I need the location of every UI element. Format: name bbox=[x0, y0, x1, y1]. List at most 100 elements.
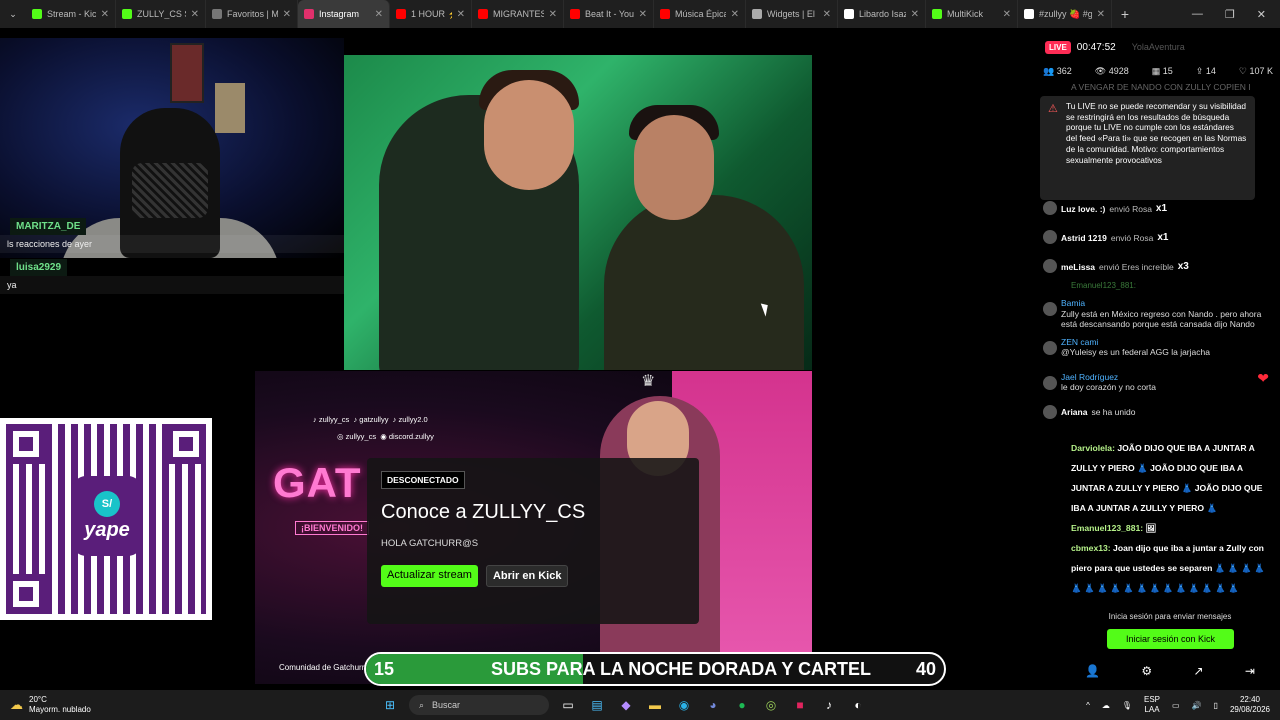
weather-widget[interactable]: ☁ 20°C Mayorm. nublado bbox=[0, 695, 200, 715]
update-stream-button[interactable]: Actualizar stream bbox=[381, 565, 478, 587]
comment-user: Jael Rodríguez bbox=[1061, 371, 1119, 382]
tab-favicon-icon bbox=[122, 9, 132, 19]
chat-comment: ZEN cami @Yuleisy es un federal AGG la j… bbox=[1041, 334, 1269, 363]
add-user-icon[interactable]: 👤 bbox=[1085, 664, 1100, 678]
popout-icon[interactable]: ↗ bbox=[1193, 664, 1203, 678]
folder-icon[interactable]: ▬ bbox=[645, 695, 665, 715]
avatar bbox=[1043, 404, 1057, 419]
social-handle: zullyy_cs bbox=[318, 415, 350, 424]
browser-tab[interactable]: Libardo Isaza (✕ bbox=[838, 0, 926, 28]
offline-title: Conoce a ZULLYY_CS bbox=[381, 501, 586, 523]
tab-close-icon[interactable]: ✕ bbox=[1097, 9, 1105, 20]
gear-icon[interactable]: ⚙ bbox=[1141, 664, 1152, 678]
gift-event: Astrid 1219 envió Rosa x1 bbox=[1041, 223, 1269, 252]
overlay-chat-text: ls reacciones de ayer bbox=[0, 235, 355, 253]
banner-title: GAT bbox=[273, 459, 362, 506]
faint-username: YolaAventura bbox=[1131, 42, 1185, 52]
gift-event: Luz love. :) envió Rosa x1 bbox=[1041, 194, 1269, 223]
tab-close-icon[interactable]: ✕ bbox=[549, 9, 557, 20]
media-app-icon[interactable]: ■ bbox=[790, 695, 810, 715]
browser-tab[interactable]: #zullyy 🍓 #ga ✕ bbox=[1018, 0, 1112, 28]
volume-icon[interactable]: 🔊 bbox=[1192, 701, 1202, 710]
mic-icon[interactable]: 🎙 bbox=[1122, 701, 1132, 710]
language-indicator[interactable]: ESP LAA bbox=[1144, 695, 1160, 715]
tab-favicon-icon bbox=[32, 9, 42, 19]
overlay-chat-message: MARITZA_DE ls reacciones de ayer bbox=[0, 216, 355, 253]
browser-tab[interactable]: Beat It - YouTu ✕ bbox=[564, 0, 654, 28]
tab-close-icon[interactable]: ✕ bbox=[457, 9, 465, 20]
tray-chevron-icon[interactable]: ^ bbox=[1086, 701, 1090, 710]
avatar bbox=[1043, 201, 1057, 215]
tab-favicon-icon bbox=[570, 9, 580, 19]
network-icon[interactable]: ☁ bbox=[1102, 701, 1110, 710]
start-icon[interactable]: ⊞ bbox=[380, 695, 400, 715]
notepad-icon[interactable]: ▤ bbox=[587, 695, 607, 715]
open-in-kick-button[interactable]: Abrir en Kick bbox=[485, 565, 569, 587]
browser-tab[interactable]: ZULLY_CS Strea ✕ bbox=[116, 0, 206, 28]
close-window-icon[interactable]: ✕ bbox=[1257, 8, 1266, 21]
kick-signin-button[interactable]: Iniciar sesión con Kick bbox=[1107, 629, 1234, 649]
signin-prompt: Inicia sesión para enviar mensajes bbox=[1108, 612, 1232, 621]
tab-label: ZULLY_CS Strea bbox=[137, 9, 186, 19]
display-icon[interactable]: ▭ bbox=[1172, 701, 1180, 710]
tab-close-icon[interactable]: ✕ bbox=[283, 9, 291, 20]
xbox-icon[interactable]: ◎ bbox=[761, 695, 781, 715]
browser-tab[interactable]: 1 HOUR ⚡ VI ✕ bbox=[390, 0, 472, 28]
browser-tab[interactable]: Stream - Kick | (✕ bbox=[26, 0, 116, 28]
tab-close-icon[interactable]: ✕ bbox=[731, 9, 739, 20]
obs-icon[interactable]: ◐ bbox=[848, 695, 868, 715]
browser-tab[interactable]: MIGRANTES f ✕ bbox=[472, 0, 564, 28]
tab-close-icon[interactable]: ✕ bbox=[101, 9, 109, 20]
new-tab-button[interactable]: + bbox=[1112, 6, 1138, 22]
crown-icon: ♛ bbox=[641, 373, 656, 390]
likes-stat: ♡ 107 K bbox=[1238, 66, 1273, 76]
task-view-icon[interactable]: ▭ bbox=[558, 695, 578, 715]
battery-icon[interactable]: ▯ bbox=[1214, 701, 1218, 710]
tab-close-icon[interactable]: ✕ bbox=[823, 9, 831, 20]
tab-close-icon[interactable]: ✕ bbox=[911, 9, 919, 20]
taskbar-search[interactable]: ⌕ Buscar bbox=[409, 695, 549, 715]
tab-favicon-icon bbox=[304, 9, 314, 19]
clock[interactable]: 22:40 29/08/2026 bbox=[1230, 695, 1270, 715]
avatar bbox=[1043, 375, 1057, 390]
tiktok-chat-list: Luz love. :) envió Rosa x1 Astrid 1219 envi… bbox=[1041, 194, 1269, 427]
heart-icon: ❤ bbox=[1257, 369, 1269, 386]
shares-stat: ⇪ 14 bbox=[1195, 66, 1216, 76]
tab-label: Instagram bbox=[319, 9, 360, 19]
tab-label: Beat It - YouTu bbox=[585, 9, 634, 19]
kick-chat-message: 👗 👗 👗 👗 👗 👗 👗 👗 👗 👗 👗 👗 👗 bbox=[1071, 583, 1239, 593]
copilot-icon[interactable]: ◆ bbox=[616, 695, 636, 715]
browser-tab[interactable]: MultiKick ✕ bbox=[926, 0, 1018, 28]
spotify-icon[interactable]: ● bbox=[732, 695, 752, 715]
kick-chat-message: Darviolela: JOÃO DIJO QUE IBA A JUNTAR A… bbox=[1071, 443, 1263, 513]
views-stat: 👁 4928 bbox=[1094, 66, 1129, 76]
restore-icon[interactable]: ❐ bbox=[1225, 8, 1235, 21]
tiktok-icon[interactable]: ♪ bbox=[819, 695, 839, 715]
social-handle: discord.zullyy bbox=[388, 432, 434, 441]
browser-tab[interactable]: Widgets | El m ✕ bbox=[746, 0, 838, 28]
logout-icon[interactable]: ⇥ bbox=[1245, 664, 1255, 678]
edge-icon[interactable]: ◉ bbox=[674, 695, 694, 715]
browser-tab[interactable]: Música Épica d ✕ bbox=[654, 0, 746, 28]
tab-close-icon[interactable]: ✕ bbox=[639, 9, 647, 20]
tab-favicon-icon bbox=[660, 9, 670, 19]
overlay-chat-user: MARITZA_DE bbox=[10, 218, 87, 235]
comment-text: @Yuleisy es un federal AGG la jarjacha bbox=[1061, 347, 1210, 357]
system-tray: ^ ☁ 🎙 ESP LAA ▭ 🔊 ▯ 22:40 29/08/2026 bbox=[1086, 690, 1270, 720]
browser-tab[interactable]: Instagram ✕ bbox=[298, 0, 390, 28]
tab-search-chevron-icon[interactable]: ⌄ bbox=[0, 0, 26, 28]
avatar bbox=[1043, 259, 1057, 273]
browser-tab[interactable]: Favoritos | My ✕ bbox=[206, 0, 298, 28]
tab-close-icon[interactable]: ✕ bbox=[375, 9, 383, 20]
discord-icon[interactable]: ◕ bbox=[703, 695, 723, 715]
tab-favicon-icon bbox=[752, 9, 762, 19]
tab-label: MultiKick bbox=[947, 9, 984, 19]
tab-close-icon[interactable]: ✕ bbox=[191, 9, 199, 20]
social-handles: ♪ zullyy_cs ♪ gatzullyy ♪ zullyy2.0 ◎ zu… bbox=[313, 415, 434, 441]
overlay-chat-message: luisa2929 ya bbox=[0, 257, 355, 294]
welcome-tag: ¡BIENVENIDO! bbox=[295, 521, 370, 535]
video-player[interactable] bbox=[344, 55, 812, 370]
tab-close-icon[interactable]: ✕ bbox=[1003, 9, 1011, 20]
gift-event: meLissa envió Eres increíble x3 bbox=[1041, 252, 1269, 281]
minimize-icon[interactable]: — bbox=[1192, 8, 1203, 21]
